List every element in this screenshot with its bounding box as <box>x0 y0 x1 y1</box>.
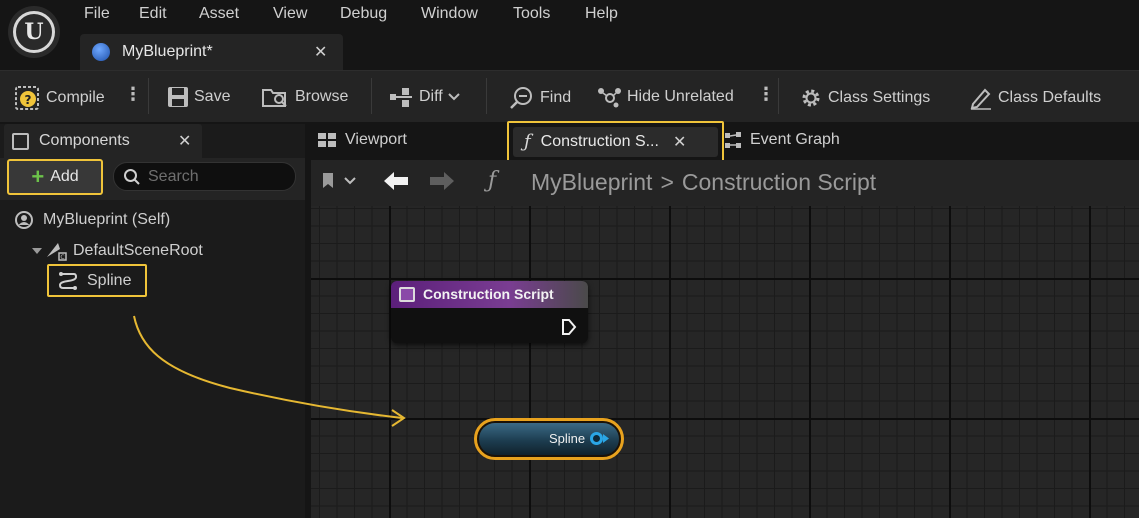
construction-script-node[interactable]: Construction Script <box>391 281 588 343</box>
components-tab-label: Components <box>39 132 130 149</box>
drag-annotation-arrow <box>133 315 406 427</box>
diff-button[interactable]: Diff <box>388 86 466 108</box>
event-graph-icon <box>725 132 741 148</box>
tree-item-self-label: MyBlueprint (Self) <box>43 211 171 228</box>
chevron-down-icon <box>344 177 356 185</box>
self-actor-icon <box>15 211 33 229</box>
tree-item-scene-root-label: DefaultSceneRoot <box>73 242 203 259</box>
class-defaults-button[interactable]: Class Defaults <box>969 86 1101 110</box>
close-icon[interactable]: ✕ <box>178 131 191 151</box>
pencil-icon <box>970 88 991 110</box>
hide-unrelated-label: Hide Unrelated <box>627 88 734 105</box>
tree-item-self[interactable]: MyBlueprint (Self) <box>14 210 170 230</box>
tab-event-graph[interactable]: Event Graph <box>724 131 840 149</box>
pin-arrow-icon <box>603 434 609 443</box>
compile-label: Compile <box>46 89 105 106</box>
compile-options-icon[interactable]: ⋮ <box>124 84 142 105</box>
graph-canvas[interactable] <box>311 206 1139 518</box>
menu-tools[interactable]: Tools <box>513 5 550 23</box>
search-input[interactable] <box>148 166 288 188</box>
tab-event-graph-label: Event Graph <box>750 131 840 148</box>
tab-construction-script-content[interactable]: ƒ Construction S... ✕ <box>524 131 686 152</box>
save-icon <box>168 87 188 107</box>
breadcrumb-separator: > <box>660 169 674 195</box>
spline-node-label: Spline <box>549 431 586 446</box>
forward-arrow-icon[interactable] <box>428 170 456 192</box>
unreal-logo[interactable]: U <box>8 6 60 58</box>
object-output-pin-icon[interactable] <box>590 432 603 445</box>
function-icon: ƒ <box>524 131 531 152</box>
compile-button[interactable]: ? Compile <box>15 86 105 110</box>
bookmark-icon <box>323 173 333 188</box>
blueprint-asset-icon <box>92 43 110 61</box>
bookmarks-dropdown[interactable] <box>321 172 357 190</box>
menu-asset[interactable]: Asset <box>199 5 239 23</box>
spline-icon <box>58 271 78 290</box>
exec-output-pin-icon[interactable] <box>561 318 577 336</box>
breadcrumb-graph[interactable]: Construction Script <box>682 169 876 196</box>
plus-icon: + <box>31 164 45 189</box>
browse-label: Browse <box>295 88 349 105</box>
tab-viewport[interactable]: Viewport <box>317 131 407 149</box>
menu-edit[interactable]: Edit <box>139 5 167 23</box>
function-icon: ƒ <box>488 168 497 193</box>
menu-help[interactable]: Help <box>585 5 618 23</box>
add-label: Add <box>50 168 79 185</box>
class-settings-label: Class Settings <box>828 89 931 106</box>
close-icon[interactable]: ✕ <box>673 132 686 152</box>
toolbar-divider <box>486 78 487 114</box>
find-label: Find <box>540 89 572 106</box>
toolbar-divider <box>778 78 779 114</box>
search-icon <box>124 169 140 185</box>
svg-text:?: ? <box>25 93 32 107</box>
compile-icon: ? <box>15 86 39 110</box>
gear-icon <box>802 89 820 107</box>
back-arrow-icon[interactable] <box>382 170 410 192</box>
find-button[interactable]: Find <box>509 86 571 110</box>
close-icon[interactable]: ✕ <box>314 42 327 62</box>
toolbar-divider <box>371 78 372 114</box>
save-button[interactable]: Save <box>167 86 230 108</box>
svg-text:C: C <box>60 254 64 261</box>
menu-file[interactable]: File <box>84 5 110 23</box>
expand-triangle-icon[interactable] <box>31 246 43 256</box>
tree-item-spline-label: Spline <box>87 271 132 289</box>
viewport-icon <box>318 133 336 147</box>
hide-unrelated-button[interactable]: Hide Unrelated <box>596 86 734 108</box>
tab-construction-script-label: Construction S... <box>540 132 659 150</box>
scene-component-icon: C <box>47 243 67 261</box>
breadcrumb-blueprint[interactable]: MyBlueprint <box>531 169 652 196</box>
class-settings-button[interactable]: Class Settings <box>799 86 930 110</box>
unreal-logo-icon: U <box>13 11 55 53</box>
browse-button[interactable]: Browse <box>262 86 348 108</box>
toolbar-divider <box>148 78 149 114</box>
hide-unrelated-options-icon[interactable]: ⋮ <box>757 84 775 105</box>
chevron-down-icon <box>448 93 460 101</box>
menu-window[interactable]: Window <box>421 5 478 23</box>
tree-item-spline[interactable]: Spline <box>47 264 147 297</box>
document-tab-myblueprint[interactable]: MyBlueprint* ✕ <box>80 34 343 70</box>
components-icon <box>12 133 29 150</box>
save-label: Save <box>194 88 231 105</box>
diff-icon <box>390 88 412 107</box>
menu-debug[interactable]: Debug <box>340 5 387 23</box>
node-title: Construction Script <box>423 286 554 302</box>
tab-components[interactable]: Components ✕ <box>4 124 202 158</box>
breadcrumb: MyBlueprint > Construction Script <box>531 169 876 196</box>
browse-folder-icon <box>262 89 287 107</box>
find-icon <box>510 87 532 109</box>
document-tab-label: MyBlueprint* <box>122 43 213 60</box>
component-search[interactable] <box>113 162 296 191</box>
hide-unrelated-icon <box>598 88 621 108</box>
menu-view[interactable]: View <box>273 5 307 23</box>
tree-item-default-scene-root[interactable]: C DefaultSceneRoot <box>31 241 203 261</box>
add-component-button[interactable]: + Add <box>7 159 103 195</box>
class-defaults-label: Class Defaults <box>998 89 1102 106</box>
tab-viewport-label: Viewport <box>345 131 407 148</box>
diff-label: Diff <box>419 88 443 105</box>
